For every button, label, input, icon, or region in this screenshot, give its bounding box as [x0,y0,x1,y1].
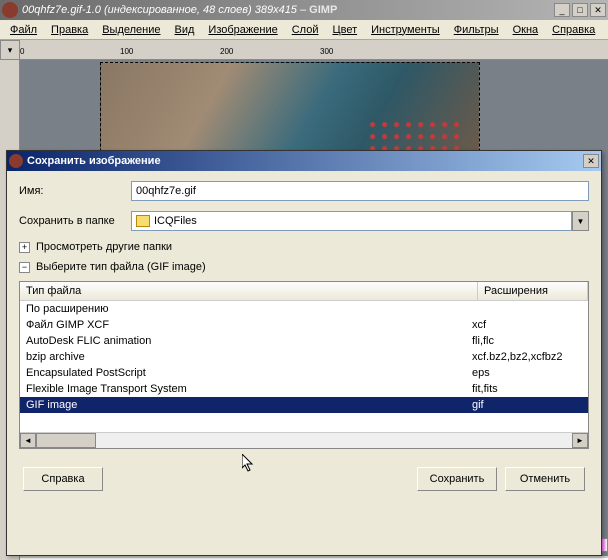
menubar: Файл Правка Выделение Вид Изображение Сл… [0,20,608,40]
cell-type: bzip archive [26,351,472,363]
dialog-icon [9,154,23,168]
col-type[interactable]: Тип файла [20,282,478,300]
menu-filters[interactable]: Фильтры [448,22,505,38]
close-button[interactable]: ✕ [590,3,606,17]
filename-input[interactable] [131,181,589,201]
scrollbar-h: ◄ ► [20,432,588,448]
filename-label: Имя: [19,185,131,197]
folder-value: ICQFiles [154,215,197,227]
help-button[interactable]: Справка [23,467,103,491]
table-header: Тип файла Расширения [20,282,588,301]
browse-expander[interactable]: + Просмотреть другие папки [19,241,589,253]
table-row[interactable]: Encapsulated PostScripteps [20,365,588,381]
folder-dropdown-button[interactable]: ▼ [572,211,589,231]
menu-edit[interactable]: Правка [45,22,94,38]
menu-tools[interactable]: Инструменты [365,22,446,38]
app-icon [2,2,18,18]
plus-icon: + [19,242,30,253]
minimize-button[interactable]: _ [554,3,570,17]
table-row[interactable]: GIF imagegif [20,397,588,413]
scroll-left-button[interactable]: ◄ [20,433,36,448]
menu-color[interactable]: Цвет [326,22,363,38]
folder-combo[interactable]: ICQFiles [131,211,572,231]
cell-type: Flexible Image Transport System [26,383,472,395]
cell-type: Файл GIMP XCF [26,319,472,331]
cell-type: AutoDesk FLIC animation [26,335,472,347]
filetype-label: Выберите тип файла (GIF image) [36,261,206,273]
ruler-horizontal[interactable]: 0 100 200 300 [20,40,608,60]
scroll-right-button[interactable]: ► [572,433,588,448]
table-row[interactable]: bzip archivexcf.bz2,bz2,xcfbz2 [20,349,588,365]
table-body: По расширениюФайл GIMP XCFxcfAutoDesk FL… [20,301,588,432]
cell-ext: eps [472,367,582,379]
table-row[interactable]: По расширению [20,301,588,317]
save-dialog: Сохранить изображение ✕ Имя: Сохранить в… [6,150,602,556]
menu-help[interactable]: Справка [546,22,601,38]
cell-ext: fit,fits [472,383,582,395]
cell-type: GIF image [26,399,472,411]
menu-windows[interactable]: Окна [507,22,545,38]
main-titlebar: 00qhfz7e.gif-1.0 (индексированное, 48 сл… [0,0,608,20]
folder-label: Сохранить в папке [19,215,131,227]
dialog-title: Сохранить изображение [27,155,583,167]
menu-view[interactable]: Вид [169,22,201,38]
scroll-thumb[interactable] [36,433,96,448]
cell-ext: fli,flc [472,335,582,347]
dialog-titlebar[interactable]: Сохранить изображение ✕ [7,151,601,171]
cancel-button[interactable]: Отменить [505,467,585,491]
titlebar-text: 00qhfz7e.gif-1.0 (индексированное, 48 сл… [22,4,554,16]
folder-icon [136,215,150,227]
menu-image[interactable]: Изображение [202,22,283,38]
cell-ext: xcf [472,319,582,331]
col-ext[interactable]: Расширения [478,282,588,300]
cell-type: Encapsulated PostScript [26,367,472,379]
table-row[interactable]: AutoDesk FLIC animationfli,flc [20,333,588,349]
cell-type: По расширению [26,303,472,315]
maximize-button[interactable]: □ [572,3,588,17]
save-button[interactable]: Сохранить [417,467,497,491]
table-row[interactable]: Flexible Image Transport Systemfit,fits [20,381,588,397]
menu-select[interactable]: Выделение [96,22,166,38]
cell-ext [472,303,582,315]
table-row[interactable]: Файл GIMP XCFxcf [20,317,588,333]
browse-label: Просмотреть другие папки [36,241,172,253]
filetype-table: Тип файла Расширения По расширению Файл G… [19,281,589,449]
ruler-corner[interactable]: ▾ [0,40,20,60]
menu-file[interactable]: Файл [4,22,43,38]
cell-ext: gif [472,399,582,411]
minus-icon: − [19,262,30,273]
filetype-expander[interactable]: − Выберите тип файла (GIF image) [19,261,589,273]
menu-layer[interactable]: Слой [286,22,325,38]
cell-ext: xcf.bz2,bz2,xcfbz2 [472,351,582,363]
scroll-track[interactable] [96,433,572,448]
dialog-close-button[interactable]: ✕ [583,154,599,168]
